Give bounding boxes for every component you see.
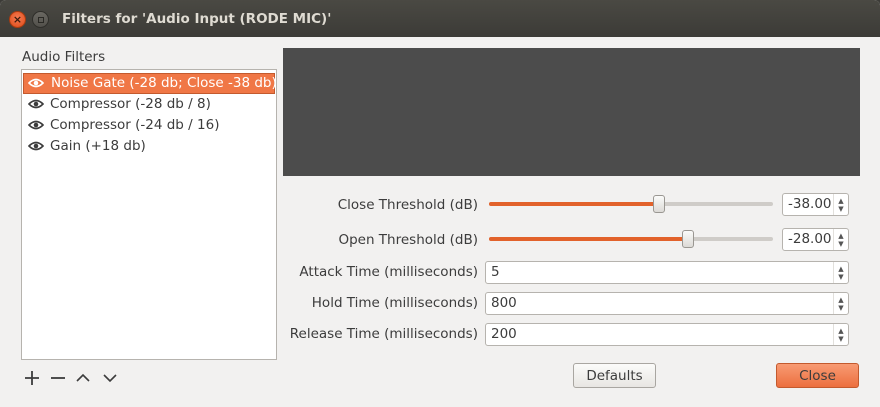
audio-filters-heading: Audio Filters: [22, 49, 106, 65]
close-threshold-slider[interactable]: [489, 195, 773, 213]
move-down-icon: [103, 374, 117, 383]
open-threshold-label: Open Threshold (dB): [338, 232, 478, 248]
release-time-value: 200: [491, 326, 517, 342]
release-time-spinbox[interactable]: 200 ▲ ▼: [485, 323, 849, 346]
move-filter-up-button[interactable]: [73, 368, 93, 388]
filter-item-compressor-1[interactable]: Compressor (-28 db / 8): [23, 94, 275, 115]
move-up-icon: [76, 373, 90, 382]
add-icon: [25, 371, 39, 385]
eye-icon[interactable]: [28, 141, 44, 151]
close-threshold-value: -38.00: [788, 196, 832, 212]
filter-item-label: Compressor (-28 db / 8): [50, 96, 211, 112]
spin-arrows-icon[interactable]: ▲ ▼: [833, 324, 848, 345]
close-threshold-slider-handle[interactable]: [653, 195, 665, 213]
filters-dialog: × Filters for 'Audio Input (RODE MIC)' A…: [0, 0, 880, 407]
window-minimize-button[interactable]: [32, 11, 49, 28]
title-bar[interactable]: × Filters for 'Audio Input (RODE MIC)': [0, 0, 880, 37]
filter-item-label: Gain (+18 db): [50, 138, 146, 154]
remove-filter-button[interactable]: [48, 368, 68, 388]
open-threshold-slider-handle[interactable]: [682, 230, 694, 248]
defaults-button[interactable]: Defaults: [573, 363, 656, 388]
spin-arrows-icon[interactable]: ▲ ▼: [833, 229, 848, 250]
add-filter-button[interactable]: [22, 368, 42, 388]
attack-time-spinbox[interactable]: 5 ▲ ▼: [485, 261, 849, 284]
eye-icon[interactable]: [28, 78, 44, 88]
filter-item-label: Compressor (-24 db / 16): [50, 117, 220, 133]
restore-icon: [37, 16, 44, 23]
filter-item-compressor-2[interactable]: Compressor (-24 db / 16): [23, 115, 275, 136]
spin-arrows-icon[interactable]: ▲ ▼: [833, 262, 848, 283]
close-button[interactable]: Close: [776, 363, 859, 388]
filter-preview: [283, 48, 860, 176]
open-threshold-spinbox[interactable]: -28.00 ▲ ▼: [782, 228, 849, 251]
filter-item-gain[interactable]: Gain (+18 db): [23, 136, 275, 157]
attack-time-label: Attack Time (milliseconds): [299, 264, 478, 280]
spin-arrows-icon[interactable]: ▲ ▼: [833, 293, 848, 314]
close-threshold-label: Close Threshold (dB): [337, 197, 478, 213]
open-threshold-slider-fill: [489, 237, 688, 241]
release-time-label: Release Time (milliseconds): [289, 326, 478, 342]
window-title: Filters for 'Audio Input (RODE MIC)': [62, 11, 332, 27]
window-close-button[interactable]: ×: [9, 11, 26, 28]
open-threshold-value: -28.00: [788, 231, 832, 247]
filter-item-noise-gate[interactable]: Noise Gate (-28 db; Close -38 db): [23, 73, 277, 94]
remove-icon: [51, 377, 65, 379]
hold-time-label: Hold Time (milliseconds): [311, 295, 478, 311]
spin-arrows-icon[interactable]: ▲ ▼: [833, 194, 848, 215]
attack-time-value: 5: [491, 264, 500, 280]
hold-time-value: 800: [491, 295, 517, 311]
filter-item-label: Noise Gate (-28 db; Close -38 db): [51, 75, 277, 91]
move-filter-down-button[interactable]: [100, 368, 120, 388]
audio-filter-list[interactable]: Noise Gate (-28 db; Close -38 db) Compre…: [21, 69, 277, 360]
close-button-label: lose: [808, 367, 836, 384]
eye-icon[interactable]: [28, 99, 44, 109]
close-threshold-slider-fill: [489, 202, 659, 206]
eye-icon[interactable]: [28, 120, 44, 130]
close-threshold-spinbox[interactable]: -38.00 ▲ ▼: [782, 193, 849, 216]
close-button-mnemonic: C: [799, 367, 809, 384]
open-threshold-slider[interactable]: [489, 230, 773, 248]
hold-time-spinbox[interactable]: 800 ▲ ▼: [485, 292, 849, 315]
close-icon: ×: [12, 13, 23, 26]
